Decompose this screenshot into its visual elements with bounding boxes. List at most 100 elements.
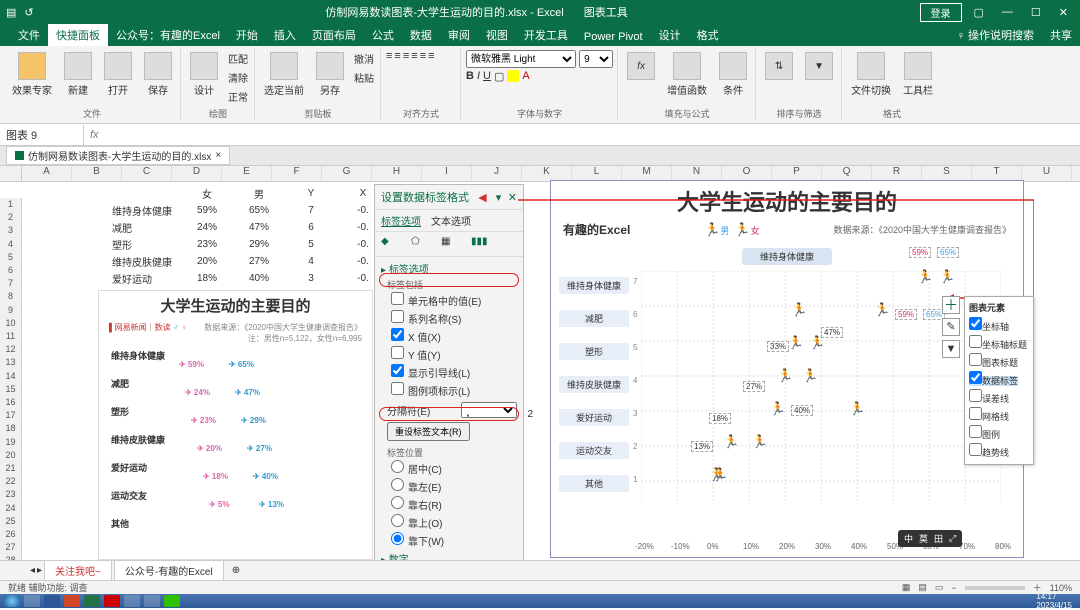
col-header[interactable]: K — [522, 166, 572, 181]
label-pos-radio[interactable]: 靠右(R) — [381, 495, 517, 513]
row-header[interactable]: 7 — [0, 277, 22, 290]
separator-select[interactable]: , — [461, 402, 517, 418]
label-pos-radio[interactable]: 靠下(W) — [381, 531, 517, 549]
col-header[interactable]: R — [872, 166, 922, 181]
view-pagebreak-icon[interactable]: ▭ — [935, 582, 944, 593]
row-header[interactable]: 17 — [0, 409, 22, 422]
sheet-tab-2[interactable]: 公众号-有趣的Excel — [114, 560, 224, 581]
row-header[interactable]: 9 — [0, 304, 22, 317]
tab-insert[interactable]: 插入 — [266, 24, 304, 46]
fx-icon[interactable]: fx — [84, 129, 105, 141]
view-layout-icon[interactable]: ▤ — [918, 582, 927, 593]
tab-powerpivot[interactable]: Power Pivot — [576, 28, 651, 46]
wechat-icon[interactable] — [164, 595, 180, 607]
row-header[interactable]: 15 — [0, 383, 22, 396]
fontcolor-icon[interactable]: A — [522, 70, 529, 83]
label-options-section[interactable]: ▸ 标签选项 — [381, 259, 517, 278]
size-icon[interactable]: ▦ — [441, 236, 457, 252]
label-check[interactable]: Y 值(Y) — [381, 345, 517, 363]
col-header[interactable]: P — [772, 166, 822, 181]
close-button[interactable]: ✕ — [1053, 4, 1074, 21]
name-box[interactable]: 图表 9 — [0, 125, 84, 145]
col-header[interactable]: Q — [822, 166, 872, 181]
row-header[interactable]: 5 — [0, 251, 22, 264]
row-header[interactable]: 12 — [0, 343, 22, 356]
row-header[interactable]: 25 — [0, 515, 22, 528]
row-header[interactable]: 27 — [0, 541, 22, 554]
col-header[interactable]: G — [322, 166, 372, 181]
btn-undo[interactable]: 撤消 — [352, 50, 376, 67]
zoom-slider[interactable] — [965, 586, 1025, 590]
btn-expert[interactable]: 效果专家 — [8, 50, 56, 99]
row-header[interactable]: 8 — [0, 290, 22, 303]
col-header[interactable]: L — [572, 166, 622, 181]
row-header[interactable]: 10 — [0, 317, 22, 330]
app-icon[interactable] — [104, 595, 120, 607]
row-header[interactable]: 1 — [0, 198, 22, 211]
login-button[interactable]: 登录 — [920, 3, 962, 22]
zoom-out-button[interactable]: − — [951, 583, 956, 593]
btn-paste[interactable]: 粘贴 — [352, 69, 376, 86]
align-icon[interactable]: ≡ — [386, 50, 392, 62]
explorer-icon[interactable] — [24, 595, 40, 607]
row-header[interactable]: 24 — [0, 502, 22, 515]
workbook-tab[interactable]: 仿制网易数读图表-大学生运动的目的.xlsx× — [6, 146, 230, 165]
chart-elements-flyout[interactable]: 图表元素 坐标轴坐标轴标题图表标题数据标签误差线网格线图例趋势线 — [964, 296, 1034, 465]
select-all-corner[interactable] — [0, 166, 22, 181]
col-header[interactable]: H — [372, 166, 422, 181]
btn-save[interactable]: 保存 — [140, 50, 176, 99]
row-header[interactable]: 3 — [0, 224, 22, 237]
chart-elem-check[interactable]: 误差线 — [969, 388, 1029, 406]
data-marker[interactable]: 🏃 — [752, 434, 768, 450]
btn-sort[interactable]: ⇅ — [761, 50, 797, 82]
data-marker[interactable]: 🏃 — [917, 269, 933, 285]
col-header[interactable]: C — [122, 166, 172, 181]
tab-quick[interactable]: 快捷面板 — [48, 24, 108, 46]
col-header[interactable]: M — [622, 166, 672, 181]
tab-layout[interactable]: 页面布局 — [304, 24, 364, 46]
btn-filter[interactable]: ▼ — [801, 50, 837, 82]
minimize-button[interactable]: — — [996, 4, 1019, 20]
col-header[interactable]: F — [272, 166, 322, 181]
row-header[interactable]: 14 — [0, 370, 22, 383]
quickaccess-icon[interactable]: ↺ — [24, 6, 33, 19]
btn-design[interactable]: 设计 — [186, 50, 222, 99]
underline-icon[interactable]: U — [483, 70, 491, 83]
word-icon[interactable] — [44, 595, 60, 607]
data-marker[interactable]: 🏃 — [802, 368, 818, 384]
fill-icon[interactable] — [507, 70, 519, 82]
data-marker[interactable]: 🏃 — [723, 434, 739, 450]
tab-wechat[interactable]: 公众号：有趣的Excel — [108, 24, 228, 46]
label-check[interactable]: 单元格中的值(E) — [381, 291, 517, 309]
label-check[interactable]: X 值(X) — [381, 327, 517, 345]
row-header[interactable]: 2 — [0, 211, 22, 224]
btn-addfn[interactable]: 增值函数 — [663, 50, 711, 99]
chart-elem-check[interactable]: 坐标轴标题 — [969, 334, 1029, 352]
new-sheet-button[interactable]: ⊕ — [226, 565, 246, 576]
italic-icon[interactable]: I — [477, 70, 480, 83]
btn-normal[interactable]: 正常 — [226, 88, 250, 105]
sheet-nav-first[interactable]: ◂ — [30, 565, 35, 576]
left-chart[interactable]: 大学生运动的主要目的 ▌网易新闻｜数读 ♂ ♀ 数据来源：《2020中国大学生健… — [98, 290, 373, 560]
tab-home[interactable]: 开始 — [228, 24, 266, 46]
label-check[interactable]: 图例项标示(L) — [381, 381, 517, 399]
btn-open[interactable]: 打开 — [100, 50, 136, 99]
btn-fx[interactable]: fx — [623, 50, 659, 82]
col-header[interactable]: J — [472, 166, 522, 181]
tab-design[interactable]: 设计 — [651, 24, 689, 46]
btn-saveas[interactable]: 另存 — [312, 50, 348, 99]
btn-clear[interactable]: 清除 — [226, 69, 250, 86]
search-box[interactable]: ♀ 操作说明搜索 — [949, 24, 1042, 46]
tab-dev[interactable]: 开发工具 — [516, 24, 576, 46]
bold-icon[interactable]: B — [466, 70, 474, 83]
col-header[interactable]: B — [72, 166, 122, 181]
row-header[interactable]: 19 — [0, 436, 22, 449]
col-header[interactable]: D — [172, 166, 222, 181]
chart-elements-button[interactable]: ＋ — [942, 296, 960, 314]
sheet-nav-prev[interactable]: ▸ — [37, 565, 42, 576]
chart-elem-check[interactable]: 趋势线 — [969, 442, 1029, 460]
chart-elem-check[interactable]: 网格线 — [969, 406, 1029, 424]
row-header[interactable]: 13 — [0, 356, 22, 369]
app-icon-2[interactable] — [124, 595, 140, 607]
label-check[interactable]: 系列名称(S) — [381, 309, 517, 327]
